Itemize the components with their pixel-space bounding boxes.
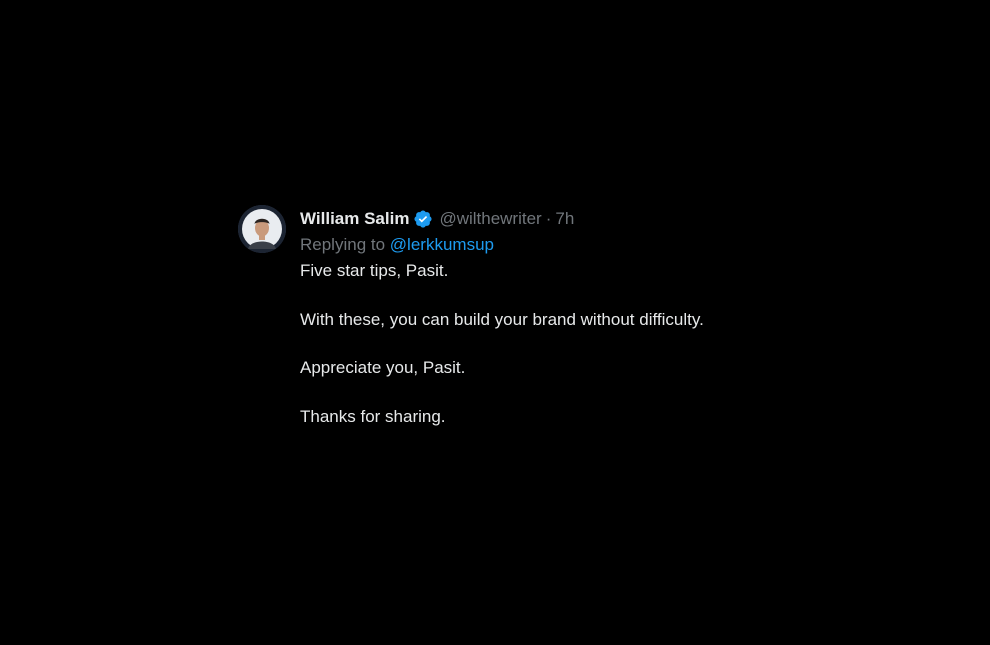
header-separator: · bbox=[545, 209, 552, 228]
tweet-paragraph: Thanks for sharing. bbox=[300, 406, 446, 426]
verified-badge-icon bbox=[414, 210, 432, 228]
avatar[interactable] bbox=[238, 205, 286, 253]
author-name[interactable]: William Salim bbox=[300, 206, 409, 232]
author-handle[interactable]: @wilthewriter bbox=[439, 206, 541, 232]
avatar-portrait-icon bbox=[238, 205, 286, 253]
tweet-header: William Salim @wilthewriter · 7h bbox=[300, 206, 704, 232]
tweet-body: Five star tips, Pasit. With these, you c… bbox=[300, 258, 704, 430]
replying-to-label: Replying to bbox=[300, 235, 386, 254]
tweet-paragraph: Five star tips, Pasit. bbox=[300, 261, 449, 280]
replying-to-line: Replying to @lerkkumsup bbox=[300, 232, 704, 258]
reply-mention-link[interactable]: @lerkkumsup bbox=[390, 235, 494, 254]
tweet-content: William Salim @wilthewriter · 7h Replyin… bbox=[300, 205, 704, 430]
tweet-paragraph: With these, you can build your brand wit… bbox=[300, 309, 704, 329]
tweet-card[interactable]: William Salim @wilthewriter · 7h Replyin… bbox=[238, 205, 798, 430]
timestamp[interactable]: 7h bbox=[555, 206, 574, 232]
tweet-paragraph: Appreciate you, Pasit. bbox=[300, 358, 466, 377]
